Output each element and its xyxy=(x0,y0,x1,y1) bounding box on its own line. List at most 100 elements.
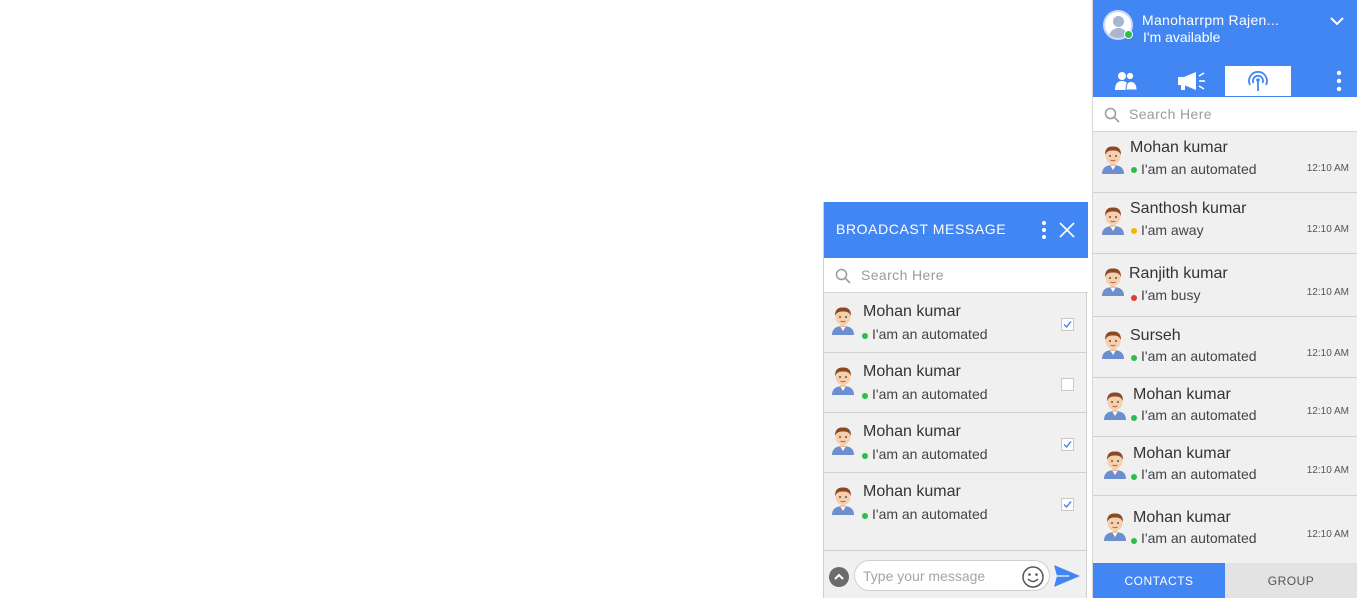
recipient-checkbox[interactable] xyxy=(1061,378,1074,391)
contact-status: I'am an automated xyxy=(1141,530,1257,546)
contact-name: Ranjith kumar xyxy=(1129,265,1228,282)
contact-name: Mohan kumar xyxy=(1133,445,1231,462)
contact-avatar xyxy=(1100,329,1126,364)
contact-name: Mohan kumar xyxy=(1133,509,1231,526)
contact-status: I'am an automated xyxy=(1141,161,1257,177)
contact-row[interactable]: Santhosh kumar I'am away 12:10 AM xyxy=(1093,193,1357,254)
broadcast-title: BROADCAST MESSAGE xyxy=(836,221,1007,237)
contact-time: 12:10 AM xyxy=(1306,224,1349,235)
emoji-icon[interactable] xyxy=(1021,565,1045,589)
contact-search-bar xyxy=(1093,97,1357,132)
compose-bar xyxy=(824,550,1086,598)
recipient-avatar xyxy=(830,305,856,340)
recipient-row[interactable]: Mohan kumar I'am an automated xyxy=(824,293,1086,353)
send-icon[interactable] xyxy=(1053,564,1081,588)
search-icon xyxy=(835,268,851,284)
contact-avatar xyxy=(1102,390,1128,425)
recipient-name: Mohan kumar xyxy=(863,423,961,440)
recipient-status: I'am an automated xyxy=(872,446,988,462)
contact-row[interactable]: Mohan kumar I'am an automated 12:10 AM xyxy=(1093,132,1357,193)
contact-name: Santhosh kumar xyxy=(1130,200,1247,217)
tab-live-broadcast[interactable] xyxy=(1225,66,1291,96)
contact-search-input[interactable] xyxy=(1129,103,1349,125)
contact-status: I'am an automated xyxy=(1141,466,1257,482)
tab-footer-contacts[interactable]: CONTACTS xyxy=(1093,563,1225,598)
panel-footer-tabs: CONTACTS GROUP xyxy=(1093,563,1357,598)
contact-status: I'am an automated xyxy=(1141,407,1257,423)
broadcast-window: BROADCAST MESSAGE Mohan kumar I'am an au… xyxy=(823,202,1088,598)
presence-dot xyxy=(1131,538,1137,544)
presence-dot xyxy=(862,453,868,459)
presence-dot xyxy=(862,393,868,399)
contact-avatar xyxy=(1100,205,1126,240)
recipient-avatar xyxy=(830,425,856,460)
contact-time: 12:10 AM xyxy=(1306,163,1349,174)
tab-broadcast[interactable] xyxy=(1159,66,1225,96)
user-status[interactable]: I'm available xyxy=(1143,29,1220,45)
contact-time: 12:10 AM xyxy=(1306,465,1349,476)
contact-name: Surseh xyxy=(1130,327,1181,344)
recipient-checkbox[interactable] xyxy=(1061,438,1074,451)
tab-contacts[interactable] xyxy=(1093,66,1159,96)
more-options-button[interactable] xyxy=(1329,66,1349,96)
recipient-checkbox[interactable] xyxy=(1061,318,1074,331)
presence-dot xyxy=(1131,415,1137,421)
search-icon xyxy=(1104,107,1120,123)
contact-row[interactable]: Mohan kumar I'am an automated 12:10 AM xyxy=(1093,496,1357,563)
contact-avatar xyxy=(1102,449,1128,484)
contact-time: 12:10 AM xyxy=(1306,348,1349,359)
contact-time: 12:10 AM xyxy=(1306,287,1349,298)
contact-avatar xyxy=(1100,144,1126,179)
presence-dot xyxy=(1131,355,1137,361)
presence-dot xyxy=(1131,228,1137,234)
recipient-status: I'am an automated xyxy=(872,506,988,522)
contact-name: Mohan kumar xyxy=(1133,386,1231,403)
contact-time: 12:10 AM xyxy=(1306,529,1349,540)
recipient-name: Mohan kumar xyxy=(863,483,961,500)
broadcast-search-input[interactable] xyxy=(861,264,1076,286)
recipient-checkbox[interactable] xyxy=(1061,498,1074,511)
broadcast-header: BROADCAST MESSAGE xyxy=(824,202,1088,258)
live-broadcast-icon xyxy=(1248,71,1268,91)
more-vertical-icon xyxy=(1336,70,1342,92)
contact-status: I'am busy xyxy=(1141,287,1201,303)
expand-button[interactable] xyxy=(829,567,849,587)
message-input[interactable] xyxy=(863,566,1013,586)
contact-row[interactable]: Ranjith kumar I'am busy 12:10 AM xyxy=(1093,254,1357,317)
contact-avatar xyxy=(1102,511,1128,546)
recipient-status: I'am an automated xyxy=(872,386,988,402)
recipient-row[interactable]: Mohan kumar I'am an automated xyxy=(824,473,1086,550)
contact-row[interactable]: Mohan kumar I'am an automated 12:10 AM xyxy=(1093,437,1357,496)
presence-dot xyxy=(1131,474,1137,480)
contact-name: Mohan kumar xyxy=(1130,139,1228,156)
checkmark-icon xyxy=(1063,501,1072,509)
presence-dot xyxy=(1131,167,1137,173)
chevron-down-icon[interactable] xyxy=(1329,13,1345,29)
message-input-wrapper xyxy=(854,560,1050,591)
checkmark-icon xyxy=(1063,441,1072,449)
contact-row[interactable]: Surseh I'am an automated 12:10 AM xyxy=(1093,317,1357,378)
recipient-name: Mohan kumar xyxy=(863,303,961,320)
recipient-name: Mohan kumar xyxy=(863,363,961,380)
presence-dot xyxy=(862,333,868,339)
recipient-row[interactable]: Mohan kumar I'am an automated xyxy=(824,413,1086,473)
online-status-dot xyxy=(1124,30,1133,39)
broadcast-megaphone-icon xyxy=(1178,72,1205,90)
more-vertical-icon[interactable] xyxy=(1040,220,1048,240)
contacts-icon xyxy=(1115,71,1137,91)
recipient-avatar xyxy=(830,485,856,520)
recipient-row[interactable]: Mohan kumar I'am an automated xyxy=(824,353,1086,413)
tab-footer-group[interactable]: GROUP xyxy=(1225,563,1357,598)
contact-status: I'am away xyxy=(1141,222,1204,238)
recipient-avatar xyxy=(830,365,856,400)
close-icon[interactable] xyxy=(1058,221,1076,239)
chevron-up-icon xyxy=(834,573,844,580)
recipient-status: I'am an automated xyxy=(872,326,988,342)
broadcast-search-bar xyxy=(824,258,1088,293)
contact-avatar xyxy=(1100,266,1126,301)
user-name: Manoharrpm Rajen... xyxy=(1142,12,1280,28)
presence-dot xyxy=(862,513,868,519)
presence-dot xyxy=(1131,295,1137,301)
contact-row[interactable]: Mohan kumar I'am an automated 12:10 AM xyxy=(1093,378,1357,437)
checkmark-icon xyxy=(1063,321,1072,329)
